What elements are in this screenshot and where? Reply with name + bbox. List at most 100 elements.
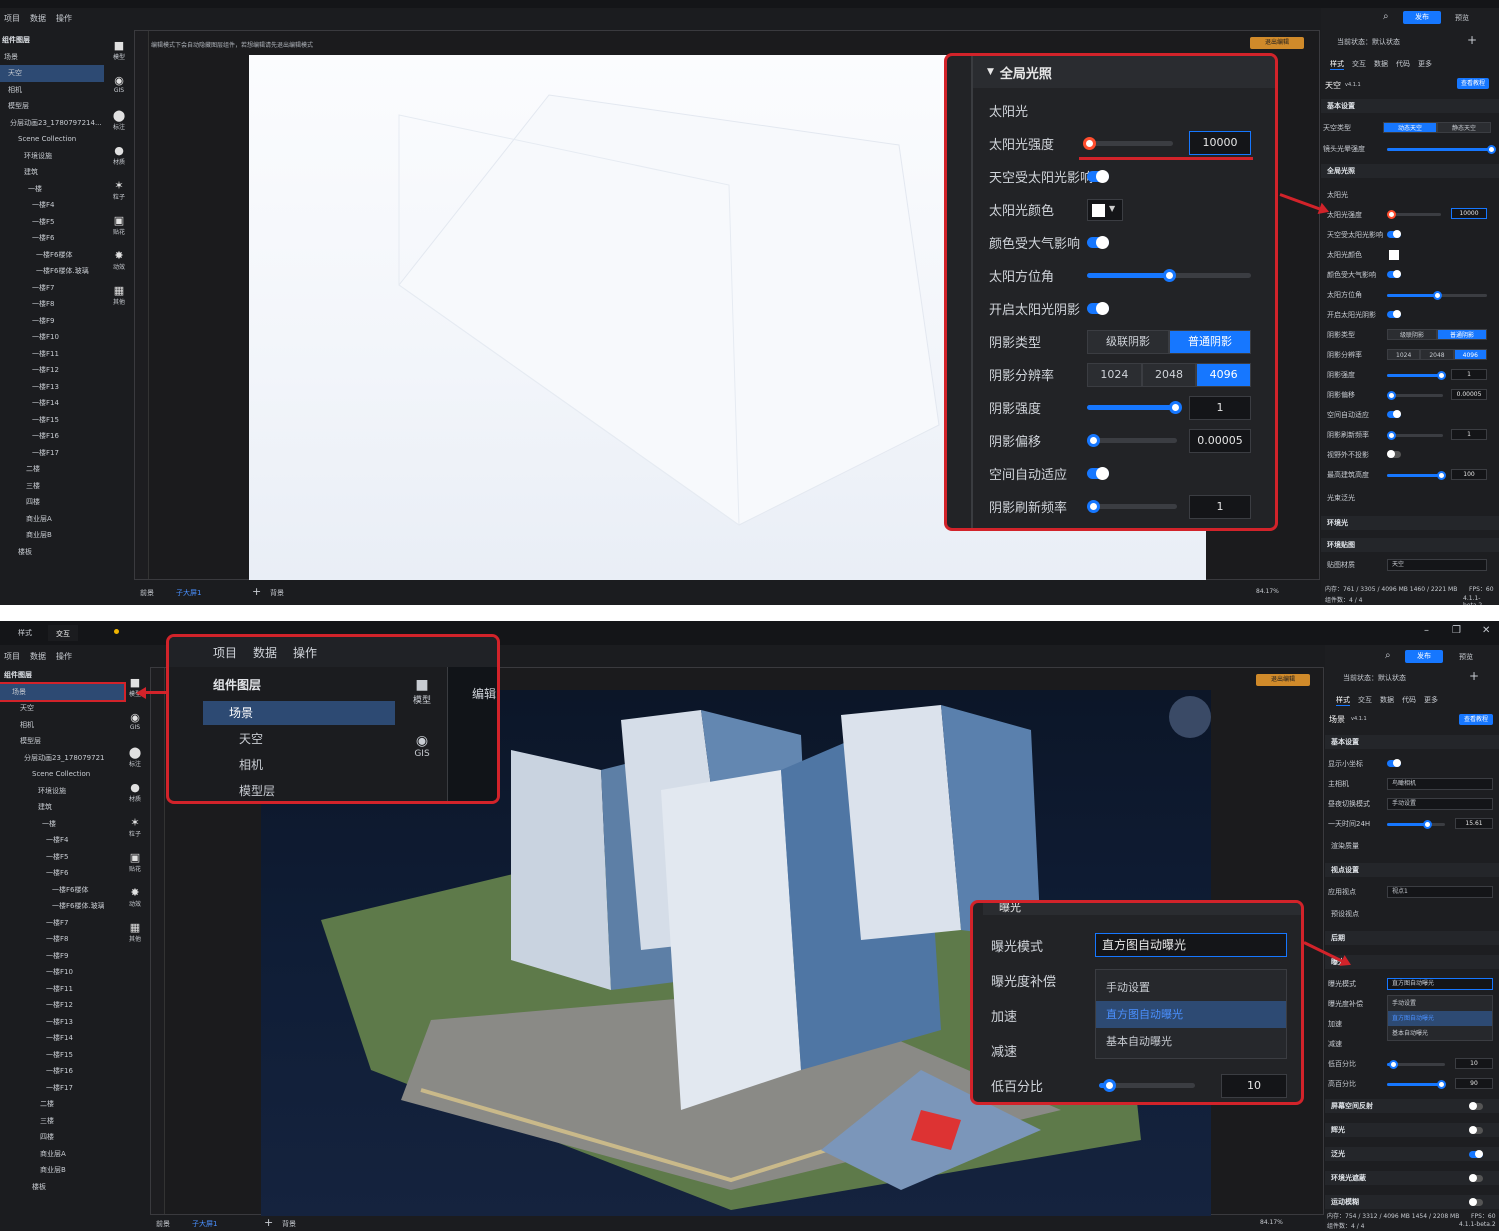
menu-project[interactable]: 项目	[4, 13, 20, 24]
zoom-section-header[interactable]: ▼ 全局光照	[973, 56, 1275, 88]
section-view[interactable]: 视点设置	[1325, 863, 1499, 877]
zoom-tool-model[interactable]: ■ 模型	[405, 677, 439, 706]
tree-item[interactable]: 一楼F6楼体.玻璃	[0, 263, 104, 280]
menu-data[interactable]: 数据	[30, 651, 46, 662]
tab-sub-screen[interactable]: 子大屏1	[176, 588, 201, 598]
tree-item[interactable]: 三楼	[0, 478, 104, 495]
tool-other[interactable]: ▦ 其他	[104, 281, 134, 316]
tab-more[interactable]: 更多	[1424, 695, 1438, 706]
zoom-shadow-strength-input[interactable]: 1	[1189, 396, 1251, 420]
tree-item[interactable]: 环境设施	[0, 783, 104, 800]
bloom-toggle[interactable]	[1469, 1150, 1483, 1158]
tab-style[interactable]: 样式	[1336, 695, 1350, 706]
zoom-tree-item[interactable]: 模型层	[203, 779, 395, 801]
zoom-azimuth-slider[interactable]	[1087, 269, 1251, 282]
tree-item[interactable]: 二楼	[0, 1096, 104, 1113]
tree-item[interactable]: 一楼	[0, 181, 104, 198]
tree-item[interactable]: 一楼F12	[0, 362, 104, 379]
tool-particle[interactable]: ✶ 粒子	[104, 176, 134, 211]
tree-item[interactable]: Scene Collection	[0, 131, 104, 148]
zoom-level[interactable]: 84.17%	[1256, 588, 1279, 595]
zoom-tree-selected[interactable]: 场景	[203, 701, 395, 725]
tree-item[interactable]: 一楼F4	[0, 832, 104, 849]
add-icon[interactable]: +	[252, 585, 261, 598]
section-post[interactable]: 后期	[1325, 931, 1499, 945]
zoom-tree-item[interactable]: 天空	[203, 727, 395, 751]
zoom-shadow-res-segment[interactable]: 1024 2048 4096	[1087, 363, 1252, 387]
low-input[interactable]: 10	[1455, 1058, 1493, 1069]
exp-mode-select[interactable]: 直方图自动曝光	[1387, 978, 1493, 990]
tab-foreground[interactable]: 前景	[140, 588, 154, 598]
zoom-refresh-input[interactable]: 1	[1189, 495, 1251, 519]
tool-decal[interactable]: ▣ 贴花	[120, 848, 150, 883]
tree-item[interactable]: 一楼F10	[0, 964, 104, 981]
tree-item[interactable]: 楼板	[0, 544, 104, 561]
zoom-shadow-strength-slider[interactable]	[1087, 401, 1182, 414]
tree-item[interactable]: 一楼F6楼体.玻璃	[0, 898, 104, 915]
mini-axis-toggle[interactable]	[1387, 759, 1401, 767]
tab-project[interactable]: 交互	[48, 625, 78, 641]
refresh-input[interactable]: 1	[1451, 429, 1487, 440]
menu-data[interactable]: 数据	[30, 13, 46, 24]
glow-toggle[interactable]	[1469, 1126, 1483, 1134]
sun-shadow-toggle[interactable]	[1387, 310, 1401, 318]
tree-item[interactable]: 建筑	[0, 799, 104, 816]
tree-item[interactable]: 一楼F5	[0, 849, 104, 866]
tree-item[interactable]: 三楼	[0, 1113, 104, 1130]
tree-item[interactable]: 分层动画23_1780797214...	[0, 750, 104, 767]
seg-option[interactable]: 级联阴影	[1387, 329, 1437, 340]
tree-item[interactable]: 一楼F14	[0, 395, 104, 412]
zoom-seg-option[interactable]: 级联阴影	[1087, 330, 1169, 354]
tree-item[interactable]: 一楼F6楼体	[0, 882, 104, 899]
map-material-select[interactable]: 天空	[1387, 559, 1487, 571]
tree-item[interactable]: 模型层	[0, 733, 104, 750]
zoom-shadow-type-segment[interactable]: 级联阴影 普通阴影	[1087, 330, 1251, 354]
search-icon[interactable]: ⌕	[1383, 11, 1389, 22]
section-basic[interactable]: 基本设置	[1325, 735, 1499, 749]
tab-data[interactable]: 数据	[1380, 695, 1394, 706]
low-slider[interactable]	[1387, 1060, 1445, 1069]
tree-item[interactable]: 一楼F12	[0, 997, 104, 1014]
seg-option[interactable]: 4096	[1453, 349, 1487, 360]
zoom-sun-shadow-toggle[interactable]	[1087, 302, 1109, 315]
sky-type-segment[interactable]: 动态天空 静态天空	[1383, 122, 1491, 133]
sub-preset-view[interactable]: 预设视点	[1325, 907, 1499, 921]
sub-glow[interactable]: 光束泛光	[1321, 491, 1499, 505]
section-global-light[interactable]: 全局光照	[1321, 164, 1499, 178]
exp-option[interactable]: 手动设置	[1388, 996, 1492, 1011]
sub-sun[interactable]: 太阳光	[1321, 188, 1499, 202]
tree-item[interactable]: 一楼F15	[0, 412, 104, 429]
tab-background[interactable]: 背景	[270, 588, 284, 598]
zoom-menu-project[interactable]: 项目	[213, 644, 237, 661]
max-height-slider[interactable]	[1387, 471, 1446, 480]
zoom-exp-option[interactable]: 手动设置	[1096, 974, 1286, 1001]
tree-item[interactable]: 一楼F8	[0, 296, 104, 313]
tool-mark[interactable]: ⬤ 标注	[104, 106, 134, 141]
tree-item[interactable]: 二楼	[0, 461, 104, 478]
tool-other[interactable]: ▦ 其他	[120, 918, 150, 953]
refresh-slider[interactable]	[1387, 431, 1443, 440]
tool-material[interactable]: ● 材质	[104, 141, 134, 176]
tree-item[interactable]: 一楼F4	[0, 197, 104, 214]
add-state-icon[interactable]: +	[1467, 33, 1477, 47]
sub-render-quality[interactable]: 渲染质量	[1325, 839, 1499, 853]
tree-item[interactable]: 一楼F17	[0, 1080, 104, 1097]
tab-code[interactable]: 代码	[1396, 59, 1410, 70]
zoom-auto-fit-toggle[interactable]	[1087, 467, 1109, 480]
tree-item[interactable]: 一楼F10	[0, 329, 104, 346]
shadow-offset-input[interactable]: 0.00005	[1451, 389, 1487, 400]
menu-ops[interactable]: 操作	[56, 13, 72, 24]
tree-item[interactable]: 一楼F16	[0, 428, 104, 445]
tree-item[interactable]: 楼板	[0, 1179, 104, 1196]
zoom-low-slider[interactable]	[1099, 1079, 1195, 1092]
zoom-exp-header[interactable]: 曝光	[983, 903, 1301, 915]
tree-item[interactable]: 商业层A	[0, 511, 104, 528]
time-input[interactable]: 15.61	[1455, 818, 1493, 829]
zoom-seg-option[interactable]: 普通阴影	[1169, 330, 1251, 354]
tree-item[interactable]: 一楼F13	[0, 379, 104, 396]
tab-code[interactable]: 代码	[1402, 695, 1416, 706]
zoom-intensity-input[interactable]: 10000	[1189, 131, 1251, 155]
tree-item-selected[interactable]: 天空	[0, 65, 104, 82]
intensity-input[interactable]: 10000	[1451, 208, 1487, 219]
zoom-menu-data[interactable]: 数据	[253, 644, 277, 661]
